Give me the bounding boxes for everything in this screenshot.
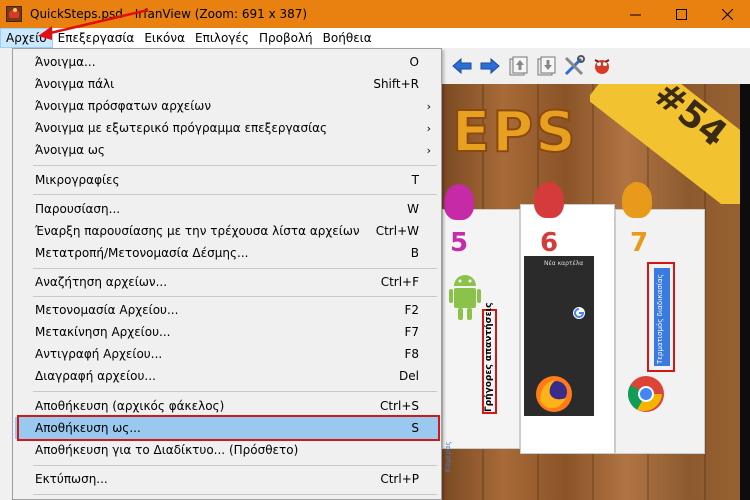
chrome-icon (627, 376, 664, 412)
close-button[interactable] (704, 0, 750, 28)
menu-item-copy-file[interactable]: Αντιγραφή Αρχείου... F8 (15, 343, 439, 365)
step-bubble-6 (534, 182, 564, 218)
camera-label: Κάμερας (444, 441, 452, 472)
page-up-button[interactable] (506, 54, 530, 78)
page-down-icon (537, 56, 556, 76)
image-heading-fragment: EPS (451, 99, 578, 166)
menu-item-batch-conversion[interactable]: Μετατροπή/Μετονομασία Δέσμης... B (15, 242, 439, 264)
quick-replies-label: Γρήγορες απαντήσεις (484, 302, 494, 412)
menu-item-search-files[interactable]: Αναζήτηση αρχείων... Ctrl+F (15, 271, 439, 293)
menu-item-delete-file[interactable]: Διαγραφή αρχείου... Del (15, 365, 439, 387)
step-number-6: 6 (540, 228, 559, 258)
menu-separator (33, 391, 437, 392)
window-title: QuickSteps.psd - IrfanView (Zoom: 691 x … (30, 7, 308, 21)
menu-item-slideshow[interactable]: Παρουσίαση... W (15, 198, 439, 220)
page-down-button[interactable] (534, 54, 558, 78)
image-badge-ribbon: #54 (590, 84, 740, 204)
menu-item-recent-files[interactable]: Άνοιγμα πρόσφατων αρχείων › (15, 95, 439, 117)
arrow-left-icon (452, 57, 472, 75)
menu-separator (33, 194, 437, 195)
displayed-image[interactable]: EPS #54 5 6 7 Γρήγορες απαντήσεις Νέα κα… (442, 84, 750, 500)
menu-item-save-as[interactable]: Αποθήκευση ως... S (15, 417, 439, 439)
step-number-7: 7 (630, 228, 649, 258)
menu-item-open-with-external[interactable]: Άνοιγμα με εξωτερικό πρόγραμμα επεξεργασ… (15, 117, 439, 139)
page-up-icon (509, 56, 528, 76)
tools-icon (564, 55, 585, 76)
title-bar: QuickSteps.psd - IrfanView (Zoom: 691 x … (0, 0, 750, 28)
image-viewer: EPS #54 5 6 7 Γρήγορες απαντήσεις Νέα κα… (442, 48, 750, 500)
next-button[interactable] (478, 54, 502, 78)
tools-button[interactable] (562, 54, 586, 78)
window-controls (612, 0, 750, 28)
submenu-arrow-icon: › (426, 121, 431, 135)
maximize-button[interactable] (658, 0, 704, 28)
menu-help[interactable]: Βοήθεια (318, 28, 377, 48)
maximize-icon (675, 8, 687, 20)
minimize-button[interactable] (612, 0, 658, 28)
menu-image[interactable]: Εικόνα (139, 28, 190, 48)
menu-separator (33, 465, 437, 466)
step-bubble-5 (444, 184, 474, 220)
menu-options[interactable]: Επιλογές (190, 28, 254, 48)
menu-separator (33, 268, 437, 269)
menu-item-save-for-web[interactable]: Αποθήκευση για το Διαδίκτυο... (Πρόσθετο… (15, 439, 439, 461)
submenu-arrow-icon: › (426, 99, 431, 113)
step-bubble-7 (622, 182, 652, 218)
menu-item-reopen[interactable]: Άνοιγμα πάλι Shift+R (15, 73, 439, 95)
menu-item-move-file[interactable]: Μετακίνηση Αρχείου... F7 (15, 321, 439, 343)
menu-item-open-as[interactable]: Άνοιγμα ως › (15, 139, 439, 161)
menu-view[interactable]: Προβολή (254, 28, 318, 48)
menu-file[interactable]: Αρχείο (0, 28, 53, 48)
step-number-5: 5 (450, 228, 469, 258)
file-menu: Άνοιγμα... O Άνοιγμα πάλι Shift+R Άνοιγμα … (12, 48, 442, 500)
menu-item-save-original-folder[interactable]: Αποθήκευση (αρχικός φάκελος) Ctrl+S (15, 395, 439, 417)
image-dark-edge (740, 84, 750, 500)
previous-button[interactable] (450, 54, 474, 78)
menu-item-open[interactable]: Άνοιγμα... O (15, 51, 439, 73)
minimize-icon (629, 14, 641, 15)
menu-item-rename-file[interactable]: Μετονομασία Αρχείου... F2 (15, 299, 439, 321)
menu-item-print[interactable]: Εκτύπωση... Ctrl+P (15, 468, 439, 490)
menu-item-thumbnails[interactable]: Μικρογραφίες T (15, 169, 439, 191)
menu-item-start-slideshow-current[interactable]: Έναρξη παρουσίασης με την τρέχουσα λίστα… (15, 220, 439, 242)
paint-icon (594, 59, 610, 74)
google-icon (573, 307, 585, 319)
end-process-label: Τερματισμός διαδικασίας (656, 274, 664, 364)
menu-edit[interactable]: Επεξεργασία (53, 28, 140, 48)
android-icon (449, 275, 481, 320)
browser-tab-label: Νέα καρτέλα (544, 260, 584, 267)
paint-button[interactable] (590, 54, 614, 78)
arrow-right-icon (480, 57, 500, 75)
toolbar (442, 48, 750, 84)
close-icon (721, 8, 733, 20)
submenu-arrow-icon: › (426, 143, 431, 157)
firefox-icon (536, 376, 572, 412)
menu-separator (33, 494, 437, 495)
irfanview-app-icon[interactable] (6, 6, 22, 22)
menu-separator (33, 165, 437, 166)
menu-bar: Αρχείο Επεξεργασία Εικόνα Επιλογές Προβο… (0, 28, 750, 48)
menu-separator (33, 296, 437, 297)
